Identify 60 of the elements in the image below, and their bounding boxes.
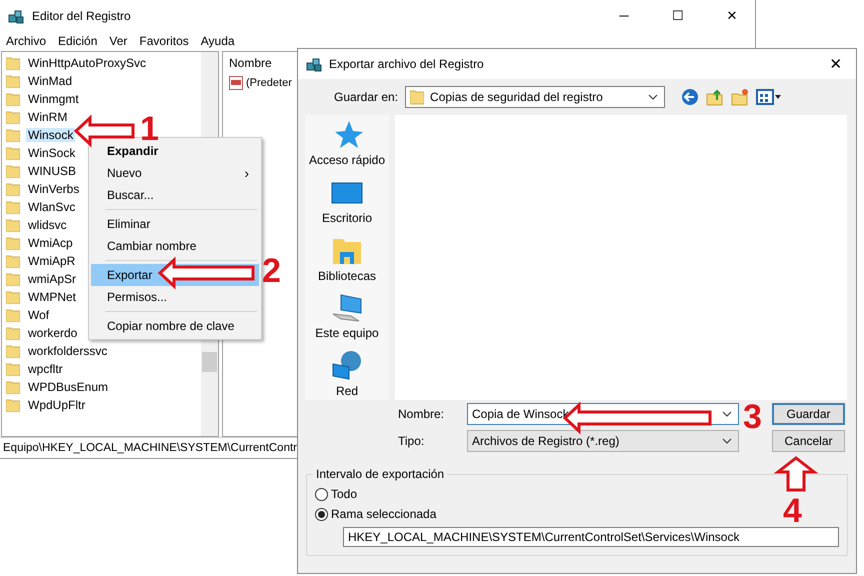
value-name: (Predeter xyxy=(246,77,292,89)
radio-option[interactable]: Rama seleccionada xyxy=(315,507,436,521)
annotation-number: 4 xyxy=(783,492,802,530)
tree-item[interactable]: WMPNet xyxy=(26,290,78,304)
tree-item[interactable]: WmiAcp xyxy=(26,236,75,250)
branch-path-field[interactable]: HKEY_LOCAL_MACHINE\SYSTEM\CurrentControlSet\Services\Winsock xyxy=(343,527,839,547)
field-label: Tipo: xyxy=(398,434,426,448)
annotation-number: 2 xyxy=(262,252,281,290)
tree-item[interactable]: Wof xyxy=(26,308,52,322)
save-in-label: Guardar en: xyxy=(334,90,398,104)
tree-item[interactable]: wlidsvc xyxy=(26,218,69,232)
place-item[interactable]: Escritorio xyxy=(322,176,372,227)
window-title: Editor del Registro xyxy=(32,8,132,22)
place-item[interactable]: Bibliotecas xyxy=(318,234,376,284)
minimize-button[interactable]: ─ xyxy=(601,8,647,23)
place-item[interactable]: Red xyxy=(331,350,363,400)
close-button[interactable]: ✕ xyxy=(816,55,856,73)
place-item[interactable]: Este equipo xyxy=(315,292,379,342)
menu-item[interactable]: Favoritos xyxy=(133,34,195,48)
maximize-button[interactable]: ☐ xyxy=(655,8,701,23)
status-path: Equipo\HKEY_LOCAL_MACHINE\SYSTEM\CurrentContr xyxy=(3,442,297,454)
save-button[interactable]: Guardar xyxy=(772,402,845,424)
menu-item[interactable]: Ayuda xyxy=(194,34,241,48)
save-in-dropdown[interactable]: Copias de seguridad del registro xyxy=(405,86,666,108)
tree-item[interactable]: WinRM xyxy=(26,110,70,124)
menu-item[interactable]: Ver xyxy=(103,34,134,48)
close-button[interactable]: ✕ xyxy=(709,8,755,23)
tree-item[interactable]: workfolderssvc xyxy=(26,344,110,358)
context-menu-item[interactable]: Expandir xyxy=(91,140,259,162)
tree-item[interactable]: Winsock xyxy=(26,128,76,142)
field-label: Nombre: xyxy=(398,406,446,420)
tree-item[interactable]: WlanSvc xyxy=(26,200,78,214)
context-menu-item[interactable]: Eliminar xyxy=(91,213,259,235)
cancel-button[interactable]: Cancelar xyxy=(772,430,845,452)
tree-item[interactable]: WINUSB xyxy=(26,164,78,178)
context-menu-item[interactable]: Cambiar nombre xyxy=(91,235,259,257)
context-menu-item[interactable]: Nuevo › xyxy=(91,162,259,184)
menu-item[interactable]: Archivo xyxy=(0,34,52,48)
tree-item[interactable]: WinMad xyxy=(26,74,74,88)
tree-item[interactable]: workerdo xyxy=(26,326,80,340)
context-menu-item[interactable]: Copiar nombre de clave xyxy=(91,315,259,337)
tree-item[interactable]: wpcfltr xyxy=(26,362,65,376)
annotation-number: 3 xyxy=(743,398,762,436)
tree-item[interactable]: WpdUpFltr xyxy=(26,398,88,412)
radio-option[interactable]: Todo xyxy=(315,487,358,501)
file-type-dropdown[interactable]: Archivos de Registro (*.reg) xyxy=(467,430,739,452)
group-title: Intervalo de exportación xyxy=(313,467,448,481)
tree-item[interactable]: WmiApR xyxy=(26,254,78,268)
tree-item[interactable]: WinHttpAutoProxySvc xyxy=(26,56,148,70)
tree-item[interactable]: Winmgmt xyxy=(26,92,81,106)
context-menu-item[interactable]: Buscar... xyxy=(91,184,259,206)
place-item[interactable]: Acceso rápido xyxy=(308,119,386,169)
tree-item[interactable]: WPDBusEnum xyxy=(26,380,110,394)
tree-item[interactable]: WinSock xyxy=(26,146,78,160)
column-header[interactable]: Nombre xyxy=(229,56,272,70)
dialog-title: Exportar archivo del Registro xyxy=(329,57,485,71)
menu-item[interactable]: Edición xyxy=(52,34,104,48)
tree-item[interactable]: WinVerbs xyxy=(26,182,82,196)
tree-item[interactable]: wmiApSr xyxy=(26,272,78,286)
context-menu-item[interactable]: Permisos... xyxy=(91,286,259,308)
